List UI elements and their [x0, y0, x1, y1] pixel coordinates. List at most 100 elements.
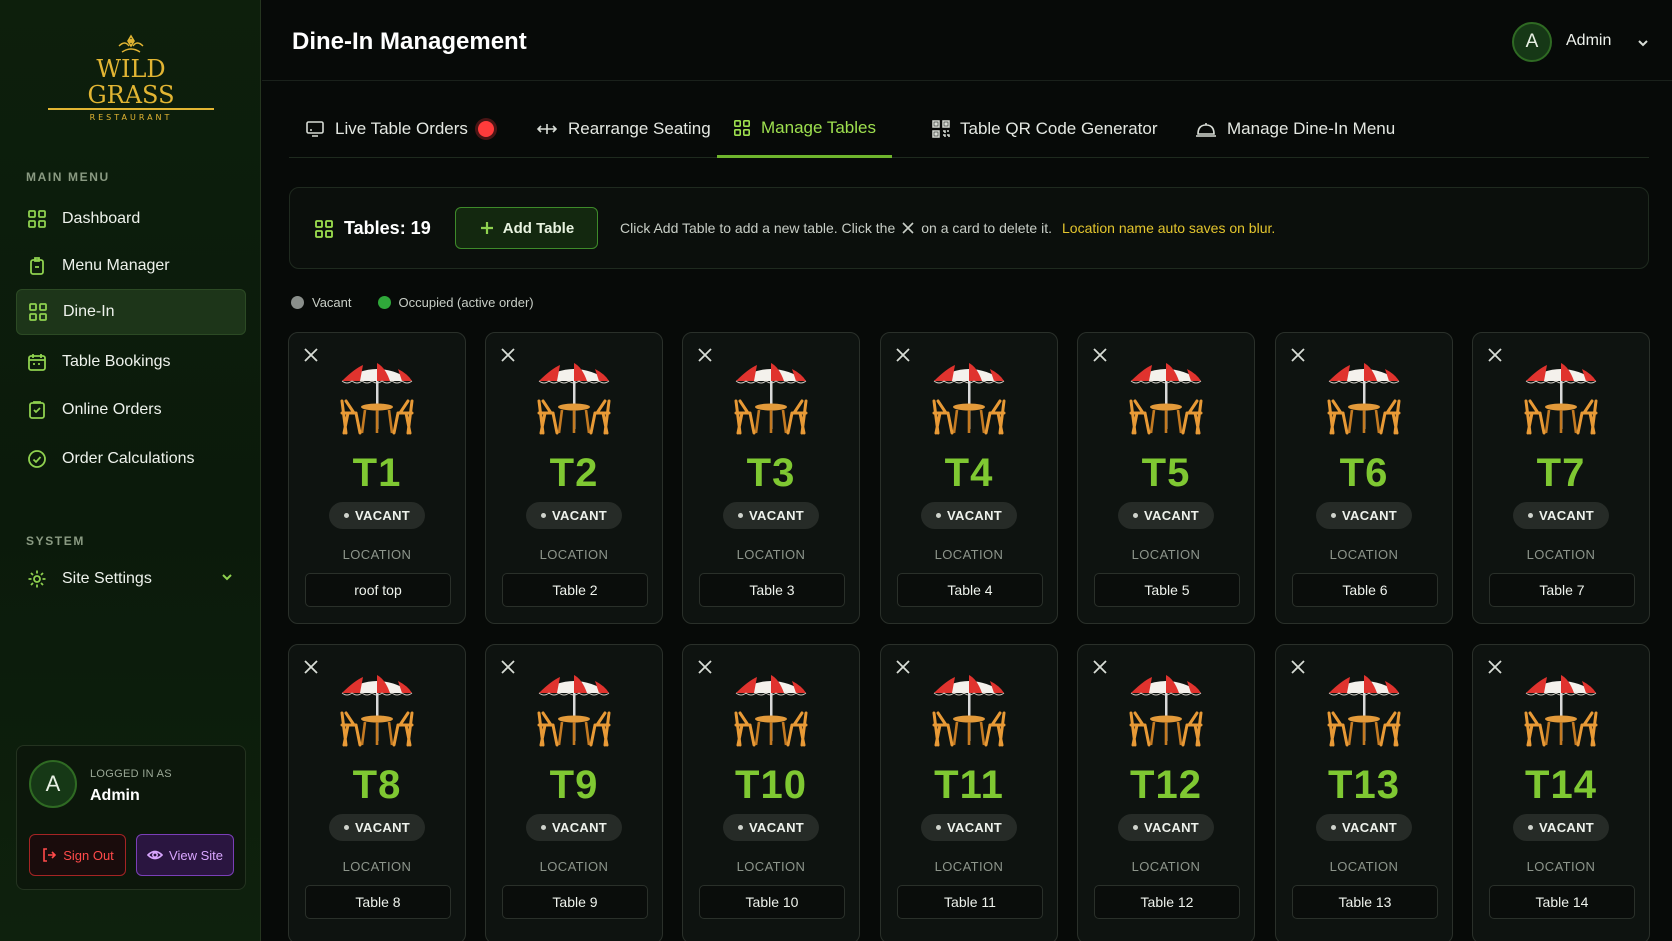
location-label: LOCATION — [736, 547, 806, 562]
close-icon[interactable] — [1487, 659, 1503, 675]
status-badge: VACANT — [723, 502, 819, 529]
close-icon[interactable] — [697, 347, 713, 363]
sidebar-item-order-calculations[interactable]: Order Calculations — [16, 436, 246, 482]
close-icon[interactable] — [303, 659, 319, 675]
table-card[interactable]: T2 VACANT LOCATION — [485, 332, 663, 624]
table-card[interactable]: T6 VACANT LOCATION — [1275, 332, 1453, 624]
table-card[interactable]: T3 VACANT LOCATION — [682, 332, 860, 624]
admin-avatar[interactable]: A — [1512, 22, 1552, 62]
view-site-button[interactable]: View Site — [136, 834, 234, 876]
sidebar-item-label: Dine-In — [63, 303, 115, 320]
status-dot — [738, 513, 743, 518]
brand-logo[interactable]: WILD GRASS RESTAURANT — [48, 34, 214, 122]
user-panel: A LOGGED IN AS Admin Sign Out View Site — [16, 745, 246, 890]
close-icon[interactable] — [500, 347, 516, 363]
close-icon[interactable] — [303, 347, 319, 363]
table-card[interactable]: T10 VACANT LOCATION — [682, 644, 860, 941]
sidebar-item-table-bookings[interactable]: Table Bookings — [16, 339, 246, 385]
sidebar-item-label: Table Bookings — [62, 353, 171, 370]
chevron-down-icon[interactable] — [1636, 36, 1650, 55]
table-card[interactable]: T1 VACANT LOCATION — [288, 332, 466, 624]
tab-manage-tables[interactable]: Manage Tables — [717, 100, 892, 158]
location-input[interactable] — [699, 885, 845, 919]
chevron-down-icon[interactable] — [220, 570, 234, 589]
location-input[interactable] — [1094, 885, 1240, 919]
close-icon[interactable] — [1290, 659, 1306, 675]
status-dot — [936, 513, 941, 518]
status-dot — [738, 825, 743, 830]
location-input[interactable] — [502, 573, 648, 607]
sign-out-button[interactable]: Sign Out — [29, 834, 126, 876]
close-icon[interactable] — [500, 659, 516, 675]
location-input[interactable] — [305, 573, 451, 607]
tab-label: Table QR Code Generator — [960, 119, 1158, 138]
close-icon[interactable] — [1290, 347, 1306, 363]
close-icon[interactable] — [895, 659, 911, 675]
location-input[interactable] — [502, 885, 648, 919]
location-input[interactable] — [1292, 885, 1438, 919]
sidebar-item-menu-manager[interactable]: Menu Manager — [16, 243, 246, 289]
sidebar-item-site-settings[interactable]: Site Settings — [16, 556, 246, 602]
close-icon[interactable] — [1092, 659, 1108, 675]
status-badge: VACANT — [1118, 814, 1214, 841]
table-card[interactable]: T5 VACANT LOCATION — [1077, 332, 1255, 624]
location-input[interactable] — [1094, 573, 1240, 607]
location-input[interactable] — [897, 573, 1043, 607]
location-input[interactable] — [1489, 573, 1635, 607]
sidebar: WILD GRASS RESTAURANT MAIN MENU Dashboar… — [0, 0, 261, 941]
status-dot — [936, 825, 941, 830]
sidebar-item-dine-in[interactable]: Dine-In — [16, 289, 246, 335]
patio-table-icon — [340, 363, 414, 435]
status-badge: VACANT — [921, 814, 1017, 841]
status-badge: VACANT — [1118, 502, 1214, 529]
tables-count: Tables: 19 — [314, 218, 431, 239]
status-label: VACANT — [355, 820, 410, 835]
tab-qr-code-generator[interactable]: Table QR Code Generator — [916, 100, 1174, 158]
tables-count-label: Tables: 19 — [344, 218, 431, 238]
table-card[interactable]: T14 VACANT LOCATION — [1472, 644, 1650, 941]
location-input[interactable] — [699, 573, 845, 607]
sidebar-item-label: Site Settings — [62, 570, 152, 587]
tab-live-table-orders[interactable]: Live Table Orders — [289, 100, 510, 158]
qr-icon — [932, 120, 950, 138]
table-card[interactable]: T4 VACANT LOCATION — [880, 332, 1058, 624]
table-id: T8 — [352, 763, 402, 807]
location-input[interactable] — [305, 885, 451, 919]
tab-manage-dine-in-menu[interactable]: Manage Dine-In Menu — [1179, 100, 1411, 158]
sidebar-item-online-orders[interactable]: Online Orders — [16, 387, 246, 433]
table-card[interactable]: T12 VACANT LOCATION — [1077, 644, 1255, 941]
help-text-after: on a card to delete it. — [921, 220, 1053, 236]
location-label: LOCATION — [1526, 859, 1596, 874]
tab-rearrange-seating[interactable]: Rearrange Seating — [520, 100, 727, 158]
location-input[interactable] — [897, 885, 1043, 919]
status-dot — [1331, 825, 1336, 830]
close-icon[interactable] — [895, 347, 911, 363]
patio-table-icon — [340, 675, 414, 747]
clipboard-check-icon — [26, 399, 48, 421]
location-label: LOCATION — [1131, 547, 1201, 562]
view-site-label: View Site — [169, 847, 223, 863]
close-icon[interactable] — [1092, 347, 1108, 363]
occupied-dot — [377, 296, 391, 309]
table-id: T5 — [1141, 451, 1191, 495]
arrows-icon — [536, 124, 558, 134]
sign-out-label: Sign Out — [63, 847, 114, 863]
add-table-button[interactable]: Add Table — [455, 207, 598, 249]
location-input[interactable] — [1489, 885, 1635, 919]
add-table-label: Add Table — [502, 219, 575, 237]
table-card[interactable]: T11 VACANT LOCATION — [880, 644, 1058, 941]
table-id: T2 — [549, 451, 599, 495]
admin-name[interactable]: Admin — [1566, 32, 1611, 50]
location-input[interactable] — [1292, 573, 1438, 607]
table-card[interactable]: T13 VACANT LOCATION — [1275, 644, 1453, 941]
close-icon[interactable] — [1487, 347, 1503, 363]
table-card[interactable]: T9 VACANT LOCATION — [485, 644, 663, 941]
close-icon[interactable] — [697, 659, 713, 675]
grid-icon — [26, 208, 48, 230]
sidebar-item-label: Online Orders — [62, 401, 162, 418]
location-label: LOCATION — [736, 859, 806, 874]
table-card[interactable]: T8 VACANT LOCATION — [288, 644, 466, 941]
table-card[interactable]: T7 VACANT LOCATION — [1472, 332, 1650, 624]
sidebar-item-dashboard[interactable]: Dashboard — [16, 196, 246, 242]
location-label: LOCATION — [1329, 859, 1399, 874]
